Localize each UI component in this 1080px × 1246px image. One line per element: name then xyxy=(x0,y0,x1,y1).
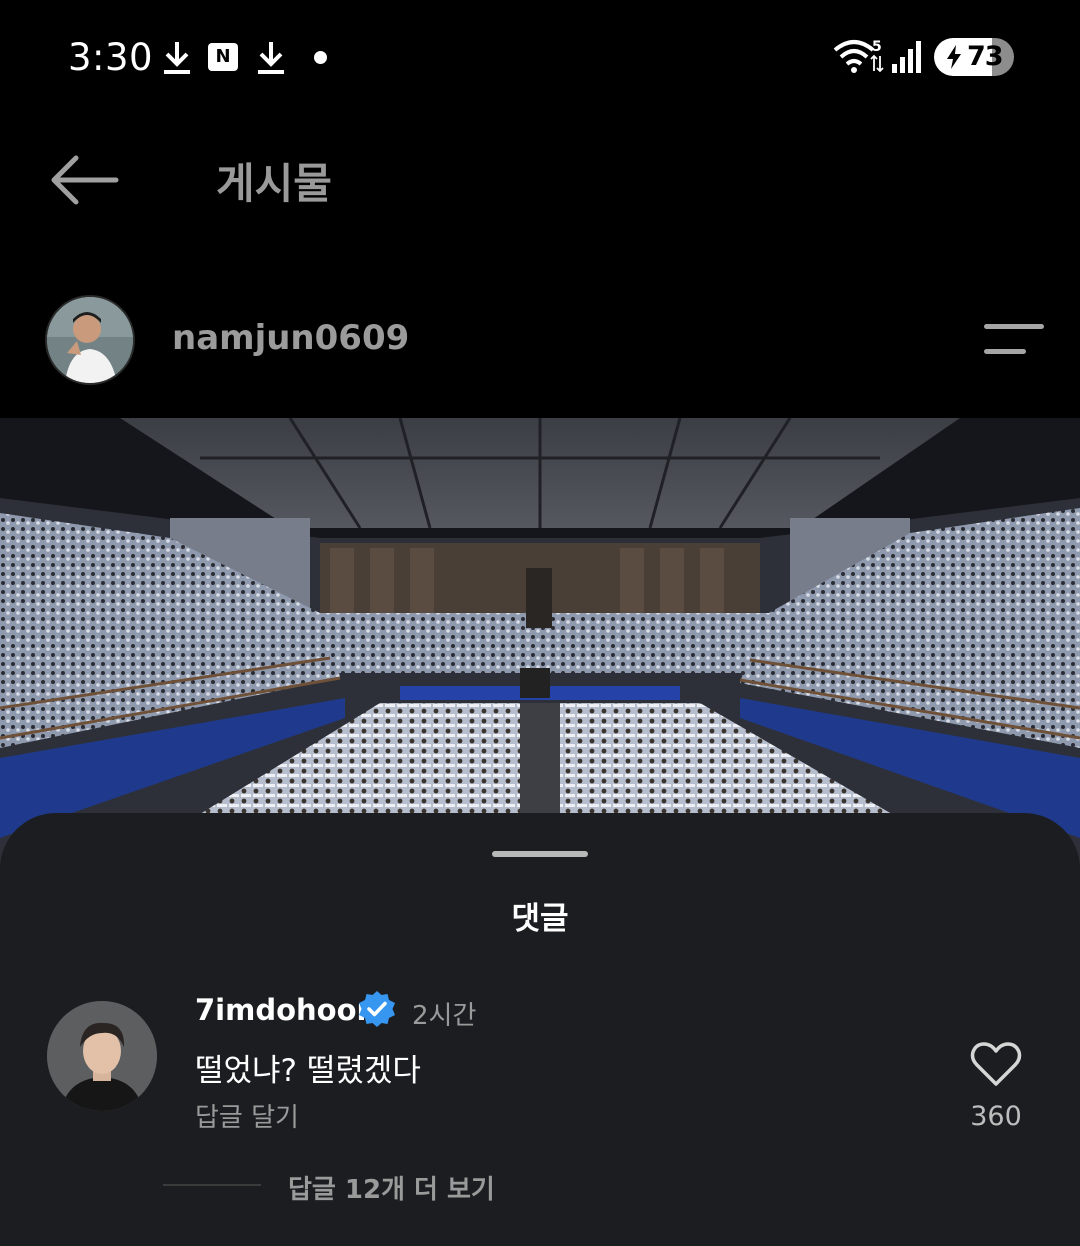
naver-icon: N xyxy=(208,43,238,71)
comments-title: 댓글 xyxy=(511,901,569,937)
arrow-left-icon[interactable] xyxy=(48,152,120,208)
heart-icon[interactable] xyxy=(970,1041,1022,1087)
drag-handle[interactable] xyxy=(492,851,588,857)
comment-time: 2시간 xyxy=(412,1001,477,1031)
avatar-image xyxy=(47,297,133,383)
battery-percent: 73 xyxy=(967,41,1004,72)
battery-icon: 73 xyxy=(934,38,1014,76)
view-more-replies-button[interactable]: 답글 12개 더 보기 xyxy=(288,1169,495,1206)
like-count: 360 xyxy=(970,1101,1022,1132)
status-time: 3:30 xyxy=(68,36,154,79)
wifi-badge: 5 xyxy=(872,39,882,55)
page-title: 게시물 xyxy=(216,159,332,208)
comment-username[interactable]: 7imdohoon xyxy=(195,993,377,1027)
dot-icon xyxy=(314,51,327,64)
comments-sheet: 댓글 7imdohoon 2시간 떨었냐? 떨렸겠다 답글 달기 360 답글 … xyxy=(0,813,1080,1246)
avatar-image xyxy=(47,1001,157,1111)
verified-badge-icon xyxy=(359,991,395,1027)
signal-icon xyxy=(892,41,921,73)
post-username[interactable]: namjun0609 xyxy=(172,318,409,358)
divider xyxy=(163,1184,261,1186)
download-icon xyxy=(164,42,190,74)
wifi-icon: 5 xyxy=(833,39,884,73)
comment-text: 떨었냐? 떨렸겠다 xyxy=(195,1053,421,1089)
bolt-icon xyxy=(947,45,961,69)
reply-button[interactable]: 답글 달기 xyxy=(195,1097,299,1134)
commenter-avatar[interactable] xyxy=(47,1001,157,1111)
avatar[interactable] xyxy=(45,295,135,385)
menu-icon[interactable] xyxy=(982,320,1046,360)
download-icon xyxy=(258,42,284,74)
status-bar: 3:30 N 5 73 xyxy=(0,0,1080,110)
